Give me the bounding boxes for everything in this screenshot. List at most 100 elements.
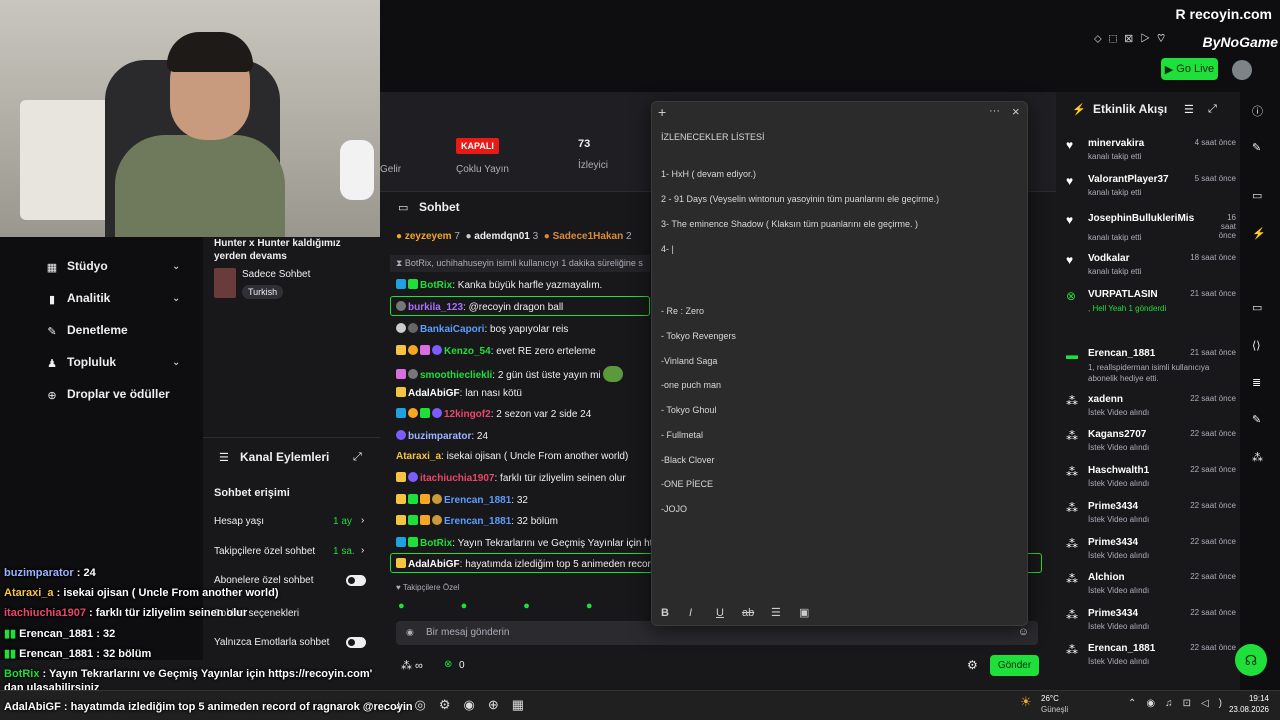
weather-icon: ☀ [1020,694,1032,709]
points-icon: ⊗ [444,659,453,670]
strikethrough-icon[interactable]: ab [742,607,754,619]
wrench-icon[interactable]: ✎ [1252,413,1261,426]
emoji-icon[interactable]: ☺ [1018,626,1029,638]
bolt-icon[interactable]: ⚡ [1252,227,1266,240]
note-line[interactable]: - Re : Zero [661,306,704,316]
bolt-icon: ⚡ [1072,104,1086,116]
nav-moderation[interactable]: Denetleme [67,323,128,337]
chevron-down-icon[interactable]: ⌄ [172,261,180,272]
community-icon[interactable]: ⁂ [1252,451,1263,464]
support-button[interactable]: ☊ [1235,644,1267,676]
system-message: ⧗ BotRix, uchihahuseyin isimli kullanıcı… [390,255,650,272]
chat-icon[interactable]: ▭ [1252,301,1262,314]
overlay-chat-line: itachiuchia1907 : farklı tür izliyelim s… [4,607,248,619]
avatar[interactable] [1232,60,1252,80]
note-line[interactable]: -one puch man [661,380,721,390]
send-button[interactable]: Gönder [990,655,1039,676]
tag-chip[interactable]: Turkish [242,285,284,299]
note-line[interactable]: -JOJO [661,504,687,514]
popout-icon[interactable]: ⤢ [1208,103,1217,116]
taskbar-app-icons[interactable]: ♪◎⚙◉⊕▦ [395,697,537,713]
request-icon: ⁂ [1066,643,1078,657]
followers-chat-value[interactable]: 1 sa. [333,546,355,557]
note-line[interactable]: -ONE PİECE [661,479,713,489]
webcam-feed [0,0,380,237]
chat-message: BotRix: Yayın Tekrarlarını ve Geçmiş Yay… [396,537,653,549]
chevron-right-icon[interactable]: › [361,545,364,556]
top-gifters: ● zeyzeyem 7 ● ademdqn01 3 ● Sadece1Haka… [396,231,632,242]
status-badge: KAPALI [456,138,499,154]
close-icon[interactable]: × [1012,104,1020,119]
go-live-button[interactable]: ▶ Go Live [1161,58,1218,80]
chat-title: Sohbet [419,200,460,214]
chat-message: burkila_123: @recoyin dragon ball [396,301,563,313]
add-icon[interactable]: + [658,104,666,120]
list-icon[interactable]: ☰ [771,606,781,619]
layout-icon[interactable]: ▭ [1252,189,1262,202]
channel-actions-panel: ☰ Kanal Eylemleri ⤢ Sohbet erişimi Hesap… [203,437,380,660]
right-rail [1240,92,1280,692]
tray-icons[interactable]: ⌃◉♫⊡◁) [1128,698,1232,709]
nav-drops[interactable]: Droplar ve ödüller [67,387,170,401]
note-line[interactable]: - Tokyo Ghoul [661,405,716,415]
overlay-chat-line: buzimparator : 24 [4,567,96,579]
note-line[interactable]: 1- HxH ( devam ediyor.) [661,169,756,179]
chat-message: AdalAbiGF: hayatımda izlediğim top 5 ani… [396,558,656,570]
note-line[interactable]: - Fullmetal [661,430,703,440]
community-icon: ♟ [47,358,57,370]
chat-message: Erencan_1881: 32 bölüm [396,515,558,527]
note-line[interactable]: -Vinland Saga [661,356,717,366]
emote-only-toggle[interactable] [346,637,366,648]
top-bar [380,0,1280,92]
heart-icon: ♥ [1066,213,1074,227]
note-line[interactable]: 2 - 91 Days (Veyselin wintonun yasoyinin… [661,194,939,204]
chevron-right-icon[interactable]: › [361,515,364,526]
subscribers-chat-toggle[interactable] [346,575,366,586]
category-thumbnail [214,268,236,298]
multistream-label: Çoklu Yayın [456,164,509,175]
gear-icon[interactable]: ⚙ [967,658,978,672]
followers-only-label: ♥ Takipçilere Özel [396,583,460,592]
heart-icon: ♥ [1066,138,1074,152]
sticky-note-window[interactable]: + ··· × İZLENECEKLER LİSTESİ 1- HxH ( de… [651,101,1028,626]
popout-icon[interactable]: ⤢ [353,451,362,464]
chevron-down-icon[interactable]: ⌄ [172,357,180,368]
heart-icon: ♥ [1066,174,1074,188]
overlay-chat-line: ▮▮ Erencan_1881 : 32 bölüm [4,648,152,660]
info-icon[interactable]: ⓘ [1252,103,1263,119]
note-line[interactable]: 3- The eminence Shadow ( Klaksın tüm pua… [661,219,918,229]
nav-studio[interactable]: Stüdyo [67,259,108,273]
account-age-value[interactable]: 1 ay [333,516,352,527]
brand-logo: R recoyin.com [1175,6,1272,22]
chat-message: Erencan_1881: 32 [396,494,528,506]
top-icon-row: ⬦⬚⊠▷♡ [1094,33,1172,45]
gift-icon: ⊗ [1066,289,1077,303]
chat-input-placeholder: Bir mesaj gönderin [426,627,510,638]
pencil-icon[interactable]: ✎ [1252,141,1261,154]
bold-icon[interactable]: B [661,607,669,619]
category-label[interactable]: Sadece Sohbet [242,269,310,280]
underline-icon[interactable]: U [716,607,724,619]
chat-message: itachiuchia1907: farklı tür izliyelim se… [396,472,626,484]
nav-analytics[interactable]: Analitik [67,291,110,305]
chat-message: BotRix: Kanka büyük harfle yazmayalım. [396,279,602,291]
more-icon[interactable]: ··· [989,105,1000,117]
hourglass-icon: ⧗ BotRix, uchihahuseyin isimli kullanıcı… [396,258,643,268]
chevron-down-icon[interactable]: ⌄ [172,293,180,304]
nav-community[interactable]: Topluluk [67,355,116,369]
overlay-chat-line: AdalAbiGF : hayatımda izlediğim top 5 an… [4,701,413,713]
note-line[interactable]: -Black Clover [661,455,715,465]
chat-message: smoothiecliekli: 2 gün üst üste yayın mi [396,366,624,382]
image-icon[interactable]: ▣ [799,606,809,619]
settings-link-icon[interactable]: ⁂ ∞ [401,659,423,672]
italic-icon[interactable]: I [689,607,692,619]
note-line[interactable]: İZLENECEKLER LİSTESİ [661,132,765,142]
embed-icon[interactable]: ⟨⟩ [1252,339,1261,352]
stream-info: Hunter x Hunter kaldığımız yerden devams… [203,237,380,437]
filter-icon[interactable]: ☰ [1184,103,1194,116]
note-line[interactable]: 4- | [661,244,674,254]
stack-icon[interactable]: ≣ [1252,376,1261,389]
viewer-label: İzleyici [578,160,609,171]
emote-row[interactable]: ●●●● [398,600,649,612]
note-line[interactable]: - Tokyo Revengers [661,331,736,341]
